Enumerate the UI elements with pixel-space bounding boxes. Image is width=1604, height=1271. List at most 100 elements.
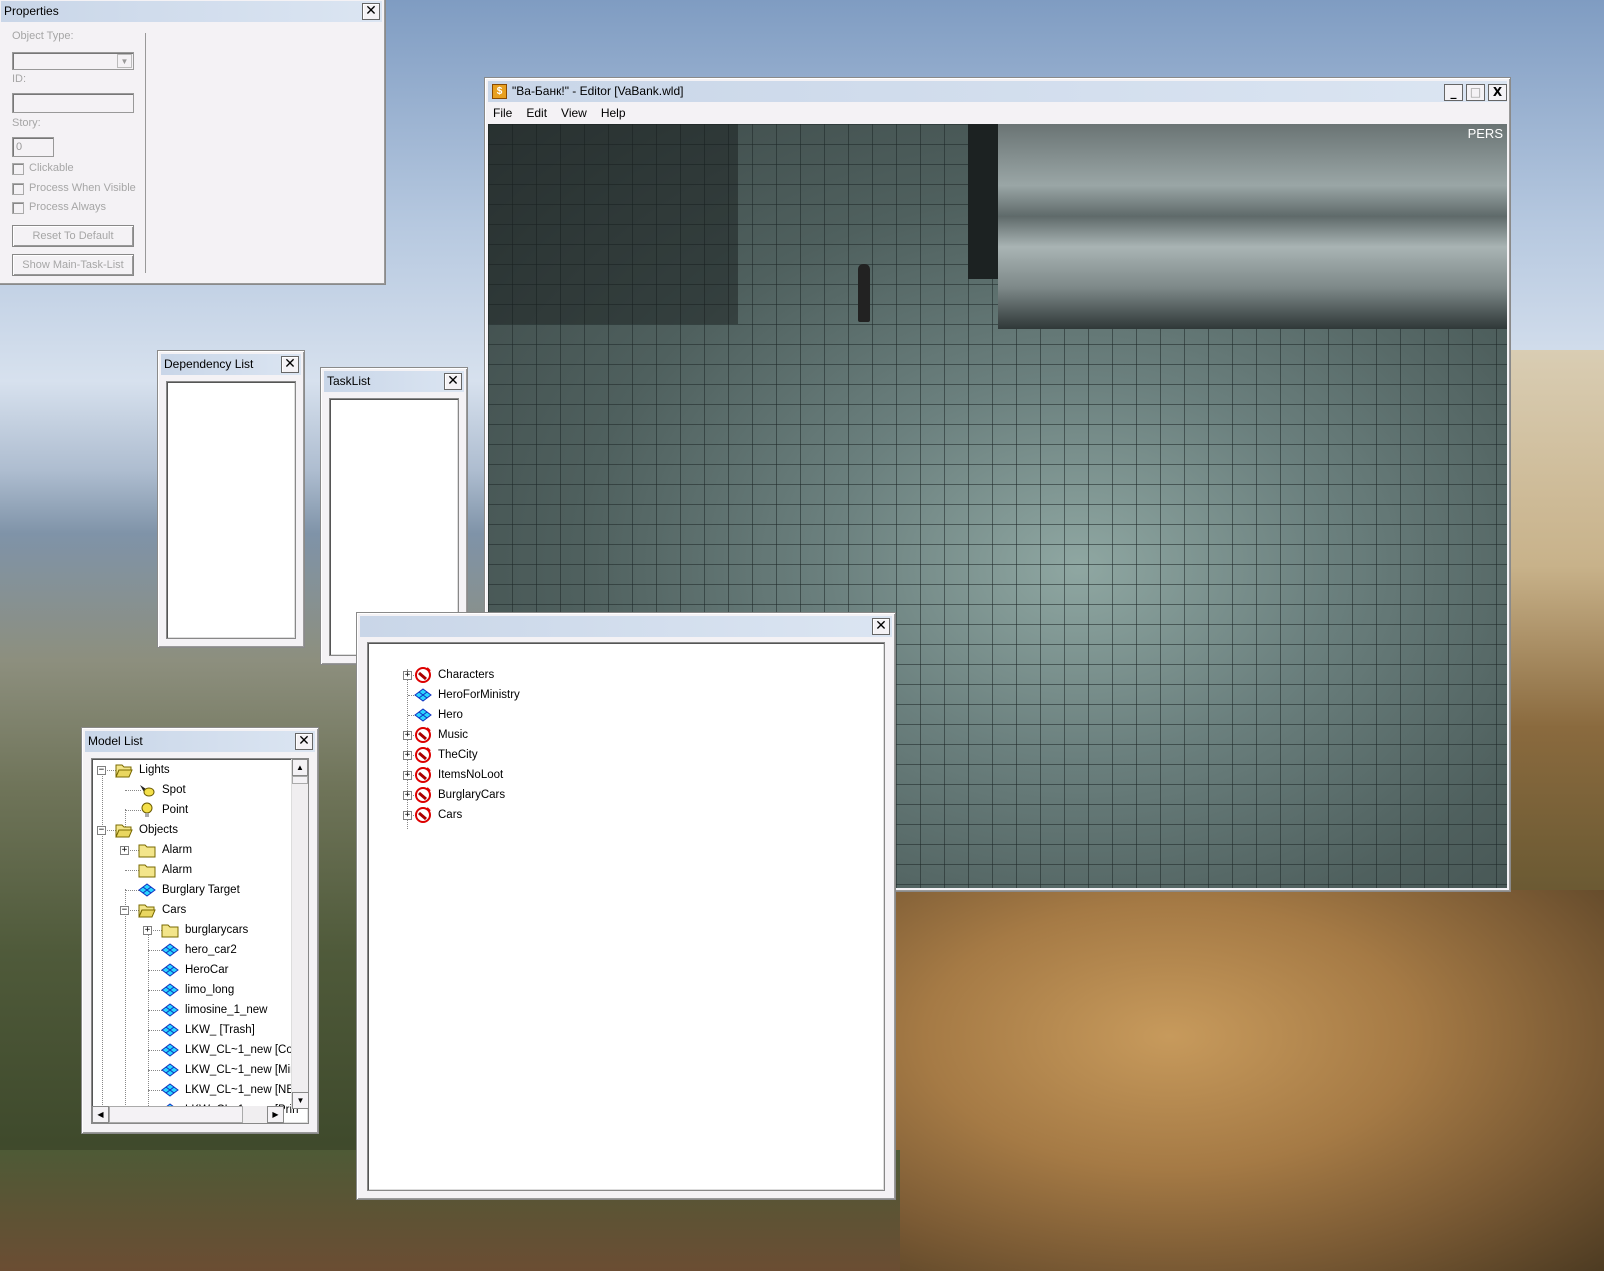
- model-item-label: Objects: [139, 824, 178, 836]
- id-input[interactable]: [12, 93, 134, 113]
- close-button[interactable]: ✕: [295, 733, 313, 750]
- show-main-task-list-button[interactable]: Show Main-Task-List: [12, 254, 134, 276]
- dependency-listbox[interactable]: [166, 381, 296, 639]
- object-type-select[interactable]: ▼: [12, 52, 134, 70]
- expand-button[interactable]: +: [403, 771, 412, 780]
- scroll-up-arrow-icon[interactable]: ▲: [292, 759, 308, 776]
- model-list-titlebar[interactable]: Model List ✕: [85, 731, 315, 752]
- close-button[interactable]: ✕: [281, 356, 299, 373]
- properties-titlebar[interactable]: Properties ✕: [1, 1, 382, 22]
- model-item-label: Lights: [139, 764, 170, 776]
- model-item[interactable]: Alarm: [120, 860, 308, 880]
- expand-button[interactable]: +: [403, 671, 412, 680]
- menu-edit[interactable]: Edit: [526, 106, 547, 120]
- tree-item[interactable]: + Cars: [398, 805, 698, 825]
- model-tree-view[interactable]: − Lights Spot Point − Objects + Alarm Al…: [91, 758, 309, 1124]
- checkbox-clickable[interactable]: [12, 163, 24, 175]
- expand-button[interactable]: +: [403, 811, 412, 820]
- model-item[interactable]: limo_long: [143, 980, 308, 1000]
- mesh-icon: [161, 1082, 179, 1098]
- model-item[interactable]: LKW_ [Trash]: [143, 1020, 308, 1040]
- spotlight-icon: [138, 782, 156, 798]
- expand-button[interactable]: +: [120, 846, 129, 855]
- model-item-label: LKW_CL~1_new [Mini: [185, 1064, 300, 1076]
- checkbox-label: Process Always: [29, 201, 107, 213]
- scene-tree-view[interactable]: + Characters HeroForMinistry Hero + Musi…: [367, 642, 885, 1191]
- scroll-thumb[interactable]: [292, 776, 308, 784]
- desktop-cliff: [880, 880, 1604, 1271]
- collapse-button[interactable]: −: [120, 906, 129, 915]
- scroll-right-arrow-icon[interactable]: ▶: [267, 1106, 284, 1123]
- model-item[interactable]: LKW_CL~1_new [Cop: [143, 1040, 308, 1060]
- model-item[interactable]: Spot: [120, 780, 308, 800]
- expand-button[interactable]: +: [403, 751, 412, 760]
- model-item[interactable]: + burglarycars: [143, 920, 308, 940]
- tree-item[interactable]: + TheCity: [398, 745, 698, 765]
- actor-icon: [414, 767, 432, 783]
- model-item[interactable]: limosine_1_new: [143, 1000, 308, 1020]
- tree-item[interactable]: Hero: [398, 705, 698, 725]
- tree-item[interactable]: + Music: [398, 725, 698, 745]
- horizontal-scrollbar[interactable]: ◀ ▶: [92, 1106, 284, 1123]
- story-input[interactable]: 0: [12, 137, 54, 157]
- model-item[interactable]: LKW_CL~1_new [NEC: [143, 1080, 308, 1100]
- menu-view[interactable]: View: [561, 106, 587, 120]
- model-item[interactable]: − Lights: [97, 760, 308, 780]
- scroll-thumb[interactable]: [109, 1106, 243, 1123]
- model-item-label: limosine_1_new: [185, 1004, 268, 1016]
- model-item-label: burglarycars: [185, 924, 249, 936]
- minimize-button[interactable]: _: [1444, 84, 1463, 101]
- task-list-overlap: [320, 367, 468, 665]
- close-button[interactable]: ✕: [362, 3, 380, 20]
- dependency-list-titlebar[interactable]: Dependency List ✕: [161, 354, 301, 375]
- checkbox-process-when-visible[interactable]: [12, 182, 24, 195]
- scroll-left-arrow-icon[interactable]: ◀: [92, 1106, 109, 1123]
- tree-item[interactable]: HeroForMinistry: [398, 685, 698, 705]
- menu-help[interactable]: Help: [601, 106, 626, 120]
- menu-file[interactable]: File: [493, 106, 512, 120]
- window-title: "Ва-Банк!" - Editor [VaBank.wld]: [512, 84, 684, 98]
- model-item[interactable]: Point: [120, 800, 308, 820]
- expand-button[interactable]: +: [143, 926, 152, 935]
- tree-line: [125, 889, 126, 1123]
- model-item-label: limo_long: [185, 984, 235, 996]
- close-button[interactable]: ✕: [872, 618, 890, 635]
- expand-button[interactable]: +: [403, 731, 412, 740]
- tree-item[interactable]: + Characters: [398, 665, 698, 685]
- model-item[interactable]: hero_car2: [143, 940, 308, 960]
- mesh-icon: [161, 982, 179, 998]
- tree-item-label: TheCity: [438, 749, 478, 761]
- tree-line: [102, 829, 103, 1119]
- tree-item[interactable]: + BurglaryCars: [398, 785, 698, 805]
- maximize-button[interactable]: □: [1466, 84, 1485, 101]
- collapse-button[interactable]: −: [97, 826, 106, 835]
- model-item[interactable]: LKW_CL~1_new [Mini: [143, 1060, 308, 1080]
- close-button[interactable]: X: [1488, 84, 1507, 101]
- divider: [145, 33, 146, 273]
- model-item[interactable]: Burglary Target: [120, 880, 308, 900]
- viewport-mode-label: PERS: [1467, 126, 1503, 141]
- editor-titlebar[interactable]: $ "Ва-Банк!" - Editor [VaBank.wld] _ □ X: [488, 81, 1507, 102]
- wall-pillar: [968, 124, 998, 279]
- model-item[interactable]: HeroCar: [143, 960, 308, 980]
- id-label: ID:: [12, 73, 27, 85]
- model-item-label: Alarm: [162, 844, 193, 856]
- model-item[interactable]: − Cars: [120, 900, 308, 920]
- model-item-label: LKW_CL~1_new [NEC: [185, 1084, 303, 1096]
- collapse-button[interactable]: −: [97, 766, 106, 775]
- tree-item[interactable]: + ItemsNoLoot: [398, 765, 698, 785]
- scroll-down-arrow-icon[interactable]: ▼: [292, 1092, 309, 1109]
- model-item[interactable]: − Objects: [97, 820, 308, 840]
- actor-icon: [414, 807, 432, 823]
- reset-to-default-button[interactable]: Reset To Default: [12, 225, 134, 247]
- model-item[interactable]: + Alarm: [120, 840, 308, 860]
- model-item-label: HeroCar: [185, 964, 229, 976]
- tree-item-label: BurglaryCars: [438, 789, 506, 801]
- tree-item-label: HeroForMinistry: [438, 689, 520, 701]
- checkbox-process-always[interactable]: [12, 202, 24, 214]
- vertical-scrollbar[interactable]: ▲ ▼: [291, 759, 309, 1109]
- expand-button[interactable]: +: [403, 791, 412, 800]
- actor-icon: [414, 667, 432, 683]
- model-item-label: Alarm: [162, 864, 193, 876]
- checkbox-label: Process When Visible: [29, 181, 136, 194]
